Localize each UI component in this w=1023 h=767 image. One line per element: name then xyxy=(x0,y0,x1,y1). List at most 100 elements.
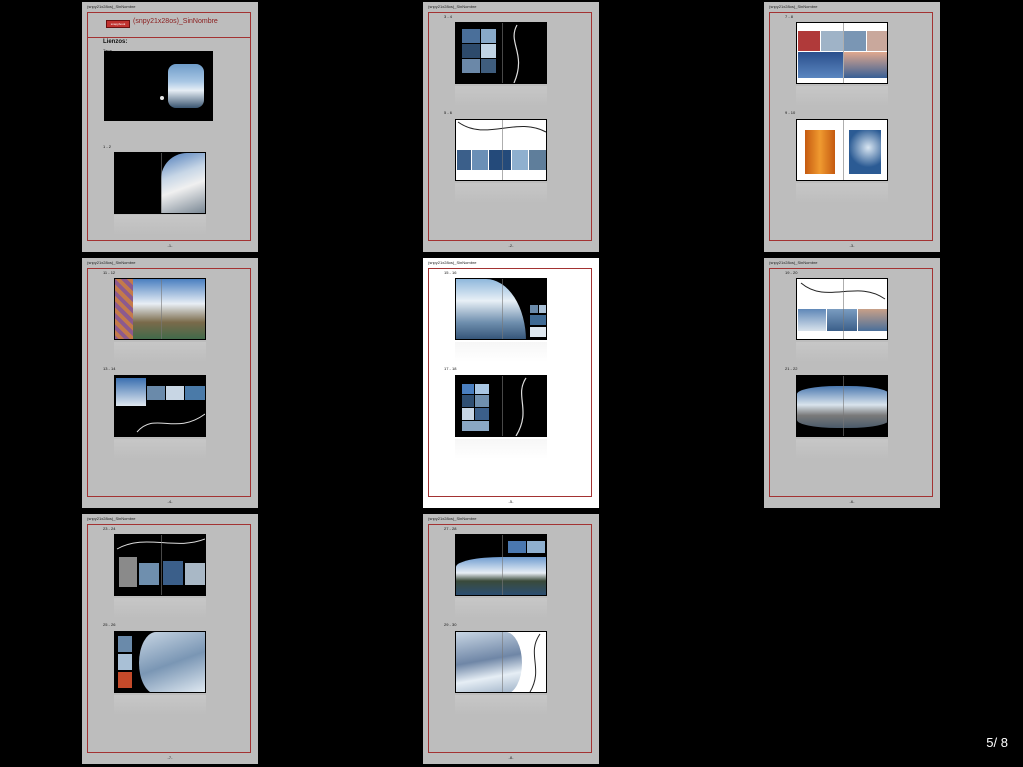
spread-reflection xyxy=(455,342,547,362)
spread-label: 9 - 10 xyxy=(785,110,796,115)
spread-reflection xyxy=(114,598,206,618)
spread-5-6[interactable] xyxy=(455,119,547,181)
spread-photo xyxy=(185,386,205,400)
spread-photo xyxy=(116,378,146,406)
page-thumbnail-8[interactable]: (snpy21x28os)_SinNombre 27 - 28 29 - 30 … xyxy=(423,514,599,764)
spread-photo xyxy=(827,309,857,331)
spread-photo xyxy=(462,44,480,58)
spread-divider xyxy=(502,376,503,436)
spread-15-16[interactable] xyxy=(455,278,547,340)
page-number: -8- xyxy=(508,755,514,760)
spread-label: 19 - 20 xyxy=(785,270,798,275)
spread-reflection xyxy=(114,342,206,362)
spread-23-24[interactable] xyxy=(114,534,206,596)
spread-reflection xyxy=(455,183,547,203)
spread-label: 13 - 14 xyxy=(103,366,116,371)
spread-25-26[interactable] xyxy=(114,631,206,693)
spread-photo xyxy=(844,52,887,78)
spread-photo xyxy=(512,150,528,170)
spread-9-10[interactable] xyxy=(796,119,888,181)
spread-photo xyxy=(805,130,835,174)
page-header: (snpy21x28os)_SinNombre xyxy=(428,516,477,521)
spread-divider xyxy=(502,279,503,339)
cover-title: (snpy21x28os)_SinNombre xyxy=(133,18,218,25)
page-header: (snpy21x28os)_SinNombre xyxy=(87,516,136,521)
spread-photo xyxy=(527,541,545,553)
spread-label: 3 - 4 xyxy=(444,14,453,19)
spread-photo xyxy=(139,563,159,585)
cover-title-band: snapybook (snpy21x28os)_SinNombre xyxy=(87,12,251,38)
spread-photo xyxy=(139,632,205,692)
spread-photo xyxy=(118,654,132,670)
spread-photo xyxy=(539,305,546,313)
page-thumbnail-4[interactable]: (snpy21x28os)_SinNombre 11 - 12 13 - 14 … xyxy=(82,258,258,508)
spread-reflection xyxy=(796,86,888,106)
page-thumbnail-7[interactable]: (snpy21x28os)_SinNombre 23 - 24 25 - 26 … xyxy=(82,514,258,764)
snapybook-logo: snapybook xyxy=(106,20,130,28)
spread-photo xyxy=(481,59,496,73)
page-thumbnail-3[interactable]: (snpy21x28os)_SinNombre 7 - 8 9 - 10 -3- xyxy=(764,2,940,252)
cover-heading: Lienzos: xyxy=(103,39,128,45)
spread-7-8[interactable] xyxy=(796,22,888,84)
page-number: -6- xyxy=(849,499,855,504)
page-header: (snpy21x28os)_SinNombre xyxy=(428,4,477,9)
spread-label: 23 - 24 xyxy=(103,526,116,531)
spread-photo xyxy=(462,421,489,431)
page-header: (snpy21x28os)_SinNombre xyxy=(428,260,477,265)
spread-27-28[interactable] xyxy=(455,534,547,596)
spread-1-2[interactable] xyxy=(114,152,206,214)
spread-cover[interactable] xyxy=(104,51,213,121)
page-thumbnail-5[interactable]: (snpy21x28os)_SinNombre 15 - 16 17 - 18 … xyxy=(423,258,599,508)
page-number: -1- xyxy=(167,243,173,248)
spread-29-30[interactable] xyxy=(455,631,547,693)
current-page: 5 xyxy=(986,735,994,750)
spread-19-20[interactable] xyxy=(796,278,888,340)
spread-label: 15 - 16 xyxy=(444,270,457,275)
spread-reflection xyxy=(796,439,888,459)
spread-divider xyxy=(843,376,844,436)
spread-label: 1 - 2 xyxy=(103,144,112,149)
spread-photo xyxy=(849,130,881,174)
spread-label: 11 - 12 xyxy=(103,270,116,275)
page-header: (snpy21x28os)_SinNombre xyxy=(769,260,818,265)
spread-photo xyxy=(462,29,480,43)
page-separator: / xyxy=(993,735,998,750)
spread-photo xyxy=(530,327,546,337)
spread-11-12[interactable] xyxy=(114,278,206,340)
spread-photo xyxy=(119,557,137,587)
spread-divider xyxy=(502,120,503,180)
spread-photo xyxy=(185,563,205,585)
spread-photo xyxy=(844,31,866,51)
spread-3-4[interactable] xyxy=(455,22,547,84)
spread-reflection xyxy=(455,86,547,106)
spread-photo xyxy=(456,279,526,339)
page-number: -3- xyxy=(849,243,855,248)
page-thumbnail-2[interactable]: (snpy21x28os)_SinNombre 3 - 4 5 - 6 -2- xyxy=(423,2,599,252)
spread-photo xyxy=(462,59,480,73)
spread-divider xyxy=(161,279,162,339)
page-indicator: 5/ 8 xyxy=(986,735,1008,750)
spread-label: 27 - 28 xyxy=(444,526,457,531)
spread-divider xyxy=(843,23,844,83)
spread-divider xyxy=(161,535,162,595)
spread-photo xyxy=(457,150,471,170)
spread-21-22[interactable] xyxy=(796,375,888,437)
spread-photo xyxy=(798,309,826,331)
spread-divider xyxy=(502,535,503,595)
page-thumbnail-1[interactable]: (snpy21x28os)_SinNombre snapybook (snpy2… xyxy=(82,2,258,252)
spread-photo xyxy=(147,386,165,400)
page-number: -2- xyxy=(508,243,514,248)
spread-reflection xyxy=(455,439,547,459)
page-thumbnail-6[interactable]: (snpy21x28os)_SinNombre 19 - 20 21 - 22 … xyxy=(764,258,940,508)
spread-label: 29 - 30 xyxy=(444,622,457,627)
spread-13-14[interactable] xyxy=(114,375,206,437)
spread-photo xyxy=(481,29,496,43)
total-pages: 8 xyxy=(1000,735,1008,750)
cover-moon-icon xyxy=(160,96,164,100)
spread-photo xyxy=(489,150,511,170)
spread-photo xyxy=(115,279,133,339)
spread-divider xyxy=(502,632,503,692)
spread-photo xyxy=(858,309,887,331)
spread-photo xyxy=(798,31,820,51)
spread-17-18[interactable] xyxy=(455,375,547,437)
